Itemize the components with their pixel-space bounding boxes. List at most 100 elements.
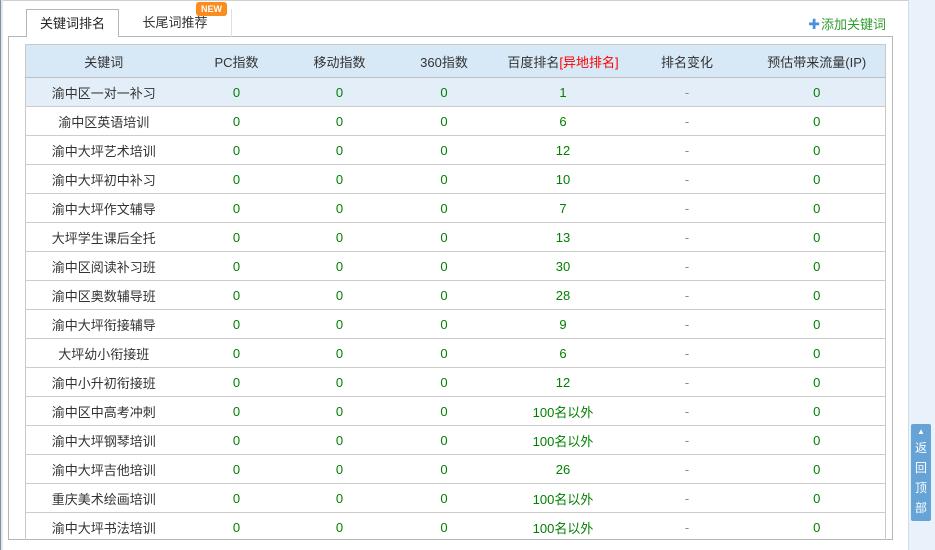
mobile-index-cell: 0 bbox=[291, 367, 388, 397]
mobile-index-cell: 0 bbox=[291, 338, 388, 368]
mobile-index-cell: 0 bbox=[291, 251, 388, 281]
baidu-rank-cell: 100名以外 bbox=[500, 396, 626, 426]
baidu-rank-cell: 28 bbox=[500, 280, 626, 310]
header-est-traffic: 预估带来流量(IP) bbox=[748, 44, 886, 78]
table-body: 渝中区一对一补习 0 0 0 1-0 渝中区英语培训 0 0 0 6-0 渝中大坪艺术培训 0 0 0 12… bbox=[25, 77, 886, 540]
top-border-line bbox=[0, 0, 935, 1]
keyword-cell: 大坪学生课后全托 bbox=[25, 222, 182, 252]
table-container: 关键词 PC指数 移动指数 360指数 百度排名[异地排名] 排名变化 预估带来… bbox=[8, 37, 893, 540]
table-row[interactable]: 渝中大坪初中补习 0 0 0 10-0 bbox=[25, 164, 886, 194]
mobile-index-cell: 0 bbox=[291, 280, 388, 310]
baidu-rank-cell: 6 bbox=[500, 106, 626, 136]
baidu-rank-cell: 10 bbox=[500, 164, 626, 194]
mobile-index-cell: 0 bbox=[291, 106, 388, 136]
up-arrow-icon: ▲ bbox=[917, 427, 925, 436]
pc-index-cell: 0 bbox=[181, 483, 292, 513]
baidu-rank-cell: 12 bbox=[500, 135, 626, 165]
mobile-index-cell: 0 bbox=[291, 425, 388, 455]
pc-index-cell: 0 bbox=[181, 396, 292, 426]
keyword-cell: 渝中区奥数辅导班 bbox=[25, 280, 182, 310]
table-row[interactable]: 渝中大坪钢琴培训 0 0 0 100名以外 -0 bbox=[25, 425, 886, 455]
header-360-index: 360指数 bbox=[387, 44, 501, 78]
keyword-cell: 大坪幼小衔接班 bbox=[25, 338, 182, 368]
table-row[interactable]: 重庆美术绘画培训 0 0 0 100名以外 -0 bbox=[25, 483, 886, 513]
mobile-index-cell: 0 bbox=[291, 309, 388, 339]
index-360-cell: 0 bbox=[387, 135, 501, 165]
add-keyword-button[interactable]: ✚添加关键词 bbox=[808, 15, 886, 34]
rank-change-cell: - bbox=[625, 280, 749, 310]
mobile-index-cell: 0 bbox=[291, 77, 388, 107]
rank-change-cell: - bbox=[625, 106, 749, 136]
table-row[interactable]: 渝中区一对一补习 0 0 0 1-0 bbox=[25, 77, 886, 107]
table-row[interactable]: 渝中大坪衔接辅导 0 0 0 9-0 bbox=[25, 309, 886, 339]
table-row[interactable]: 渝中区中高考冲刺 0 0 0 100名以外 -0 bbox=[25, 396, 886, 426]
est-traffic-cell: 0 bbox=[748, 251, 886, 281]
est-traffic-cell: 0 bbox=[748, 77, 886, 107]
keyword-cell: 渝中区阅读补习班 bbox=[25, 251, 182, 281]
baidu-rank-cell: 100名以外 bbox=[500, 425, 626, 455]
mobile-index-cell: 0 bbox=[291, 164, 388, 194]
baidu-rank-cell: 26 bbox=[500, 454, 626, 484]
keyword-cell: 渝中大坪艺术培训 bbox=[25, 135, 182, 165]
baidu-rank-cell: 7 bbox=[500, 193, 626, 223]
table-row[interactable]: 渝中大坪吉他培训 0 0 0 26-0 bbox=[25, 454, 886, 484]
keyword-cell: 渝中大坪衔接辅导 bbox=[25, 309, 182, 339]
keyword-cell: 重庆美术绘画培训 bbox=[25, 483, 182, 513]
table-row[interactable]: 渝中区英语培训 0 0 0 6-0 bbox=[25, 106, 886, 136]
index-360-cell: 0 bbox=[387, 106, 501, 136]
keyword-cell: 渝中大坪书法培训 bbox=[25, 512, 182, 540]
est-traffic-cell: 0 bbox=[748, 106, 886, 136]
table-row[interactable]: 渝中大坪艺术培训 0 0 0 12-0 bbox=[25, 135, 886, 165]
rank-change-cell: - bbox=[625, 425, 749, 455]
index-360-cell: 0 bbox=[387, 396, 501, 426]
table-row[interactable]: 渝中区阅读补习班 0 0 0 30-0 bbox=[25, 251, 886, 281]
rank-change-cell: - bbox=[625, 135, 749, 165]
rank-change-cell: - bbox=[625, 77, 749, 107]
baidu-rank-cell: 12 bbox=[500, 367, 626, 397]
pc-index-cell: 0 bbox=[181, 164, 292, 194]
index-360-cell: 0 bbox=[387, 425, 501, 455]
left-edge-accent bbox=[1, 0, 3, 550]
rank-change-cell: - bbox=[625, 222, 749, 252]
rank-change-cell: - bbox=[625, 309, 749, 339]
pc-index-cell: 0 bbox=[181, 135, 292, 165]
table-row[interactable]: 渝中小升初衔接班 0 0 0 12-0 bbox=[25, 367, 886, 397]
baidu-rank-cell: 13 bbox=[500, 222, 626, 252]
baidu-rank-cell: 9 bbox=[500, 309, 626, 339]
pc-index-cell: 0 bbox=[181, 106, 292, 136]
pc-index-cell: 0 bbox=[181, 338, 292, 368]
tab-keyword-ranking[interactable]: 关键词排名 bbox=[26, 9, 119, 37]
pc-index-cell: 0 bbox=[181, 251, 292, 281]
baidu-rank-cell: 30 bbox=[500, 251, 626, 281]
rank-change-cell: - bbox=[625, 193, 749, 223]
index-360-cell: 0 bbox=[387, 222, 501, 252]
table-row[interactable]: 大坪学生课后全托 0 0 0 13-0 bbox=[25, 222, 886, 252]
pc-index-cell: 0 bbox=[181, 222, 292, 252]
pc-index-cell: 0 bbox=[181, 280, 292, 310]
index-360-cell: 0 bbox=[387, 454, 501, 484]
table-row[interactable]: 渝中大坪作文辅导 0 0 0 7-0 bbox=[25, 193, 886, 223]
index-360-cell: 0 bbox=[387, 309, 501, 339]
pc-index-cell: 0 bbox=[181, 512, 292, 540]
back-to-top-button[interactable]: ▲ 返回顶部 bbox=[911, 424, 931, 521]
mobile-index-cell: 0 bbox=[291, 512, 388, 540]
baidu-rank-cell: 100名以外 bbox=[500, 483, 626, 513]
est-traffic-cell: 0 bbox=[748, 309, 886, 339]
index-360-cell: 0 bbox=[387, 164, 501, 194]
header-baidu-rank-main: 百度排名 bbox=[507, 54, 560, 70]
table-header-row: 关键词 PC指数 移动指数 360指数 百度排名[异地排名] 排名变化 预估带来… bbox=[25, 44, 886, 78]
table-row[interactable]: 渝中区奥数辅导班 0 0 0 28-0 bbox=[25, 280, 886, 310]
est-traffic-cell: 0 bbox=[748, 454, 886, 484]
mobile-index-cell: 0 bbox=[291, 193, 388, 223]
table-row[interactable]: 大坪幼小衔接班 0 0 0 6-0 bbox=[25, 338, 886, 368]
pc-index-cell: 0 bbox=[181, 309, 292, 339]
baidu-rank-cell: 6 bbox=[500, 338, 626, 368]
header-rank-change: 排名变化 bbox=[625, 44, 749, 78]
pc-index-cell: 0 bbox=[181, 193, 292, 223]
table-row[interactable]: 渝中大坪书法培训 0 0 0 100名以外 -0 bbox=[25, 512, 886, 540]
pc-index-cell: 0 bbox=[181, 454, 292, 484]
plus-icon: ✚ bbox=[808, 16, 820, 32]
keyword-table: 关键词 PC指数 移动指数 360指数 百度排名[异地排名] 排名变化 预估带来… bbox=[25, 44, 886, 540]
pc-index-cell: 0 bbox=[181, 425, 292, 455]
est-traffic-cell: 0 bbox=[748, 483, 886, 513]
